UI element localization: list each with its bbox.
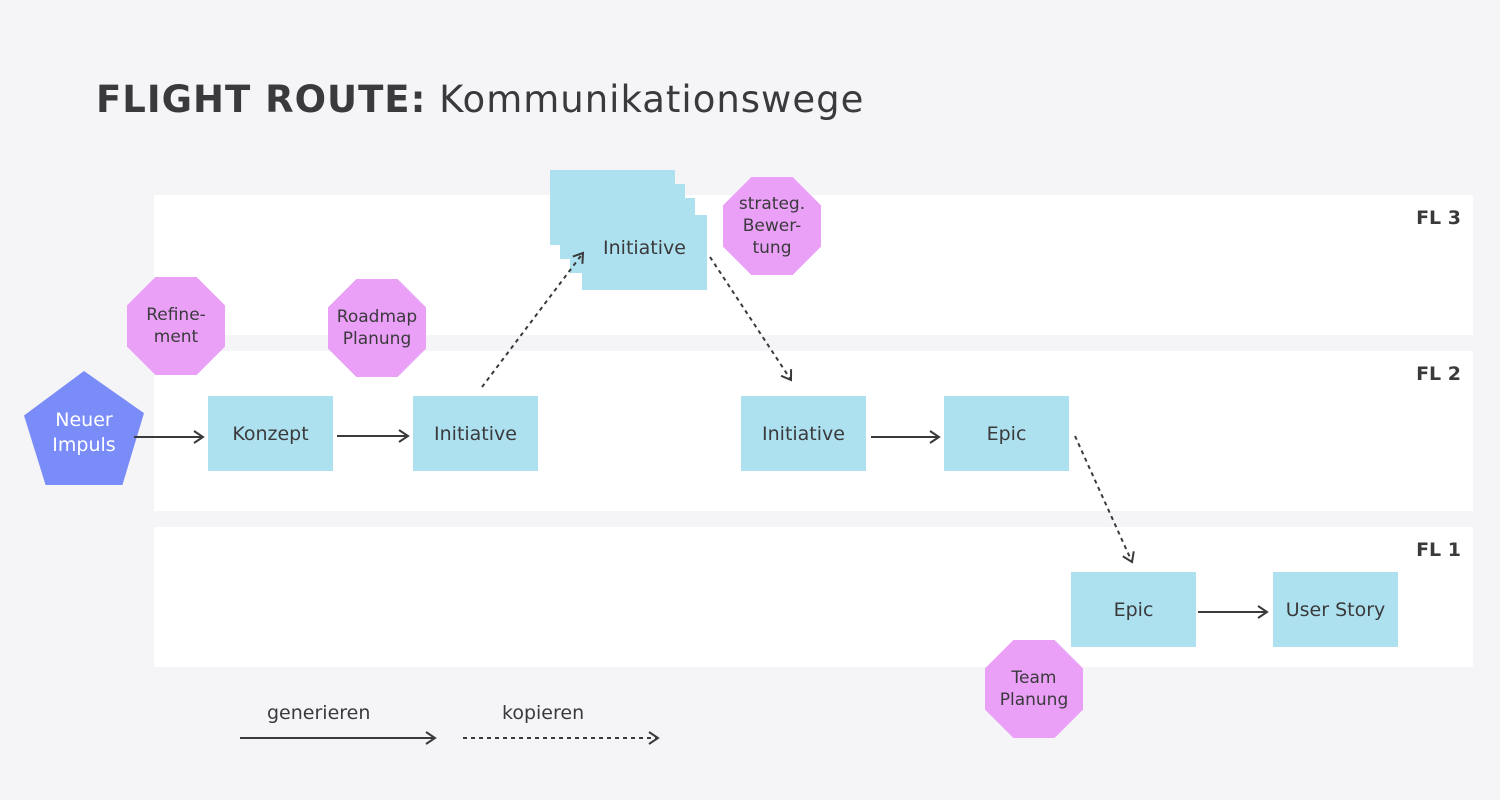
event-label: Roadmap Planung: [336, 307, 418, 349]
node-konzept[interactable]: Konzept: [208, 396, 333, 471]
title-bold: FLIGHT ROUTE:: [96, 78, 427, 121]
node-initiative-fl3[interactable]: Initiative: [582, 215, 707, 290]
event-refinement[interactable]: Refine- ment: [127, 277, 225, 375]
event-label: Team Planung: [999, 668, 1069, 710]
legend-label-generieren: generieren: [267, 702, 371, 724]
event-strategische-bewertung[interactable]: strateg. Bewer- tung: [723, 177, 821, 275]
start-label: Neuer Impuls: [52, 409, 116, 456]
lane-label-fl2: FL 2: [1416, 363, 1461, 385]
node-user-story[interactable]: User Story: [1273, 572, 1398, 647]
node-epic-fl2[interactable]: Epic: [944, 396, 1069, 471]
node-epic-fl1[interactable]: Epic: [1071, 572, 1196, 647]
node-label: User Story: [1285, 598, 1386, 621]
node-initiative-fl2a[interactable]: Initiative: [413, 396, 538, 471]
node-label: Initiative: [434, 422, 517, 445]
event-label: strateg. Bewer- tung: [738, 194, 806, 258]
event-team-planung[interactable]: Team Planung: [985, 640, 1083, 738]
legend-label-kopieren: kopieren: [502, 702, 585, 724]
node-initiative-fl2b[interactable]: Initiative: [741, 396, 866, 471]
lane-label-fl3: FL 3: [1416, 207, 1461, 229]
start-neuer-impuls[interactable]: Neuer Impuls: [24, 371, 144, 485]
event-label: Refine- ment: [146, 305, 206, 347]
node-label: Konzept: [232, 422, 309, 445]
event-roadmap-planung[interactable]: Roadmap Planung: [328, 279, 426, 377]
node-label: Initiative: [603, 236, 686, 259]
lane-label-fl1: FL 1: [1416, 539, 1461, 561]
node-label: Epic: [1113, 598, 1154, 621]
node-label: Initiative: [762, 422, 845, 445]
node-label: Epic: [986, 422, 1027, 445]
page-title: FLIGHT ROUTE: Kommunikationswege: [96, 78, 864, 121]
title-rest: Kommunikationswege: [426, 78, 865, 121]
